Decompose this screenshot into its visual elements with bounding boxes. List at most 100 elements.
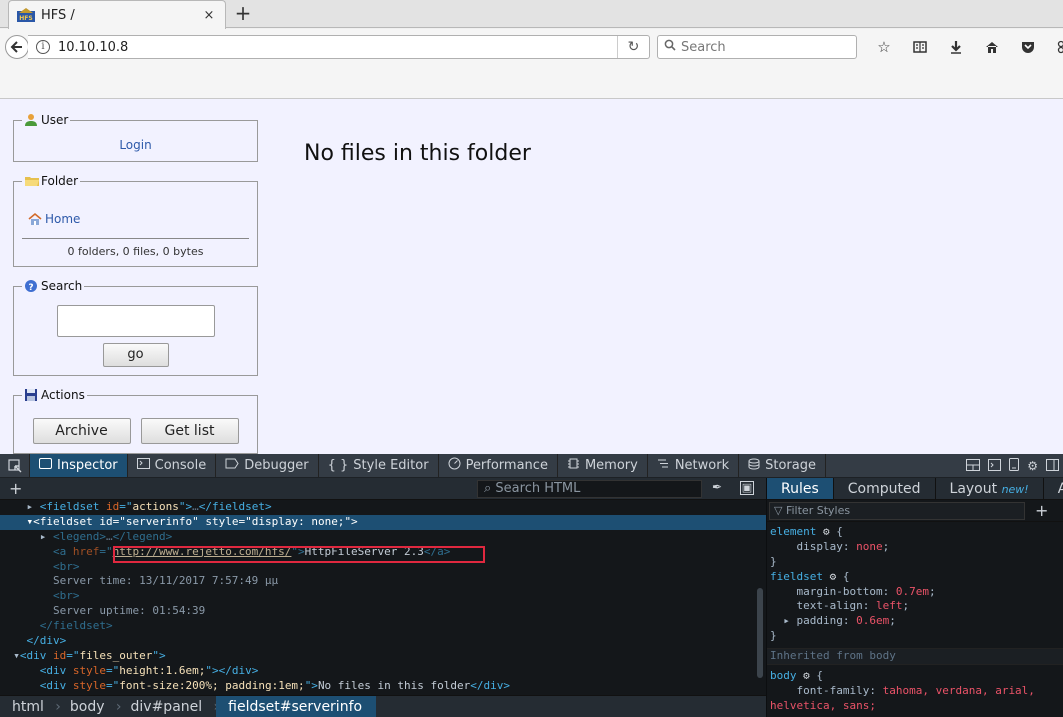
archive-button[interactable]: Archive xyxy=(32,418,131,444)
get-list-button[interactable]: Get list xyxy=(140,418,239,444)
rule-declaration[interactable]: text-align: left; xyxy=(770,599,1060,614)
search-fieldset: ? Search go xyxy=(13,279,258,376)
markup-node-actions[interactable]: ▸ <fieldset id="actions">…</fieldset> xyxy=(0,500,766,515)
debugger-icon xyxy=(225,458,239,473)
add-node-button[interactable]: + xyxy=(9,478,22,500)
breadcrumb-fieldset-serverinfo[interactable]: fieldset#serverinfo xyxy=(216,695,377,717)
reader-icon[interactable] xyxy=(902,35,938,59)
dock-icon[interactable] xyxy=(966,458,981,474)
rule-element[interactable]: element ⚙ { xyxy=(770,525,1060,540)
actions-legend: Actions xyxy=(22,388,87,402)
breadcrumb-body[interactable]: body xyxy=(58,696,121,717)
svg-text:?: ? xyxy=(28,283,33,293)
back-arrow-icon xyxy=(10,41,22,53)
file-search-input[interactable] xyxy=(56,305,215,337)
rule-gear-icon[interactable]: ⚙ xyxy=(830,570,837,583)
rule-fieldset[interactable]: fieldset ⚙ { xyxy=(770,570,1060,585)
tab-close-icon[interactable]: × xyxy=(201,8,217,23)
markup-node-div-close[interactable]: </div> xyxy=(0,634,766,649)
breadcrumb-html[interactable]: html xyxy=(0,696,61,717)
extension-icon[interactable] xyxy=(1046,35,1063,59)
tab-network[interactable]: Network xyxy=(648,454,740,477)
rule-gear-icon[interactable]: ⚙ xyxy=(823,525,830,538)
help-search-icon: ? xyxy=(24,279,38,293)
markup-node-legend[interactable]: ▸ <legend>…</legend> xyxy=(0,530,766,545)
user-fieldset: User Login xyxy=(13,113,258,162)
browser-search-input[interactable]: Search xyxy=(657,35,857,59)
inherited-header: Inherited from body xyxy=(767,648,1063,666)
markup-node-height-div[interactable]: <div style="height:1.6em;"></div> xyxy=(0,664,766,679)
split-console-icon[interactable] xyxy=(988,458,1002,474)
back-button[interactable] xyxy=(5,35,29,59)
new-tab-button[interactable]: + xyxy=(232,2,254,26)
folder-divider xyxy=(22,238,249,239)
tab-computed[interactable]: Computed xyxy=(834,478,936,499)
inspector-icon xyxy=(39,458,52,473)
tab-animations[interactable]: An xyxy=(1044,478,1063,499)
tab-storage[interactable]: Storage xyxy=(739,454,826,477)
rule-declaration[interactable]: ▸ padding: 0.6em; xyxy=(770,614,1060,629)
markup-node-server-time[interactable]: Server time: 13/11/2017 7:57:49 μμ xyxy=(0,574,766,589)
markup-node-br[interactable]: <br> xyxy=(0,589,766,604)
tab-console[interactable]: Console xyxy=(128,454,217,477)
markup-node-files-outer[interactable]: ▾<div id="files_outer"> xyxy=(0,649,766,664)
bookmark-bar xyxy=(0,65,1063,99)
tab-debugger[interactable]: Debugger xyxy=(216,454,319,477)
filter-styles-input[interactable]: ▽ Filter Styles xyxy=(769,502,1025,520)
reload-icon[interactable]: ↻ xyxy=(617,36,649,58)
tab-performance[interactable]: Performance xyxy=(439,454,558,477)
markup-node-fieldset-close[interactable]: </fieldset> xyxy=(0,619,766,634)
page-content: User Login Folder Home 0 folders, 0 file… xyxy=(0,99,1063,454)
sidebar-toggle-icon[interactable] xyxy=(1046,458,1059,474)
home-icon[interactable] xyxy=(974,35,1010,59)
star-icon[interactable]: ☆ xyxy=(866,35,902,59)
breadcrumb: html body div#panel fieldset#serverinfo xyxy=(0,695,766,717)
url-bar[interactable]: i 10.10.10.8 ↻ xyxy=(28,35,650,59)
login-link[interactable]: Login xyxy=(119,138,151,152)
rule-declaration[interactable]: font-family: tahoma, verdana, arial, xyxy=(770,684,1060,699)
go-button[interactable]: go xyxy=(102,343,169,367)
svg-text:HFS: HFS xyxy=(19,15,32,22)
expand-arrow-icon[interactable]: ▸ xyxy=(0,500,40,513)
browser-tab[interactable]: HFS HFS / × xyxy=(8,0,226,29)
folder-legend: Folder xyxy=(22,174,80,188)
markup-node-server-uptime[interactable]: Server uptime: 01:54:39 xyxy=(0,604,766,619)
download-icon[interactable] xyxy=(938,35,974,59)
tab-rules[interactable]: Rules xyxy=(767,478,834,499)
collapse-arrow-icon[interactable]: ▾ xyxy=(0,649,20,662)
nav-bar: i 10.10.10.8 ↻ Search ☆ xyxy=(0,29,1063,65)
style-editor-icon: { } xyxy=(327,458,349,473)
home-link[interactable]: Home xyxy=(22,212,249,226)
expand-arrow-icon[interactable]: ▸ xyxy=(783,614,790,627)
responsive-icon[interactable] xyxy=(1009,458,1020,474)
site-info-icon[interactable]: i xyxy=(36,40,50,54)
pocket-icon[interactable] xyxy=(1010,35,1046,59)
element-picker-button[interactable] xyxy=(0,454,30,477)
rule-declaration[interactable]: margin-bottom: 0.7em; xyxy=(770,585,1060,600)
add-rule-button[interactable]: + xyxy=(1035,500,1048,522)
filter-styles-row: ▽ Filter Styles + xyxy=(767,500,1063,522)
url-text[interactable]: 10.10.10.8 xyxy=(58,40,617,55)
rule-declaration[interactable]: display: none; xyxy=(770,540,1060,555)
markup-scrollbar[interactable] xyxy=(757,588,763,678)
tab-layout[interactable]: Layout new! xyxy=(936,478,1044,499)
markup-node-serverinfo[interactable]: ▾<fieldset id="serverinfo" style="displa… xyxy=(0,514,766,530)
expand-arrow-icon[interactable]: ▸ xyxy=(0,530,53,543)
markup-node-link[interactable]: <a href="http://www.rejetto.com/hfs/">Ht… xyxy=(0,545,766,563)
breadcrumb-div-panel[interactable]: div#panel xyxy=(119,696,219,717)
markup-node-br[interactable]: <br> xyxy=(0,560,766,575)
rules-list: element ⚙ { display: none; } fieldset ⚙ … xyxy=(767,522,1063,717)
settings-gear-icon[interactable]: ⚙ xyxy=(1027,459,1038,473)
eyedropper-icon[interactable]: ✒ xyxy=(712,480,722,494)
rule-body[interactable]: body ⚙ { xyxy=(770,669,1060,684)
markup-node-nofiles-div[interactable]: <div style="font-size:200%; padding:1em;… xyxy=(0,679,766,694)
search-html-input[interactable]: ⌕ Search HTML xyxy=(477,480,702,498)
tab-style-editor[interactable]: { } Style Editor xyxy=(319,454,439,477)
tab-memory[interactable]: Memory xyxy=(558,454,648,477)
toggle-sidebar-icon[interactable]: ▣ xyxy=(740,481,754,495)
rule-gear-icon[interactable]: ⚙ xyxy=(803,669,810,682)
markup-panel: + ⌕ Search HTML ✒ ▣ ▸ <fieldset id="acti… xyxy=(0,478,766,717)
tab-inspector[interactable]: Inspector xyxy=(30,454,128,477)
collapse-arrow-icon[interactable]: ▾ xyxy=(0,515,33,528)
actions-fieldset: Actions Archive Get list xyxy=(13,388,258,454)
